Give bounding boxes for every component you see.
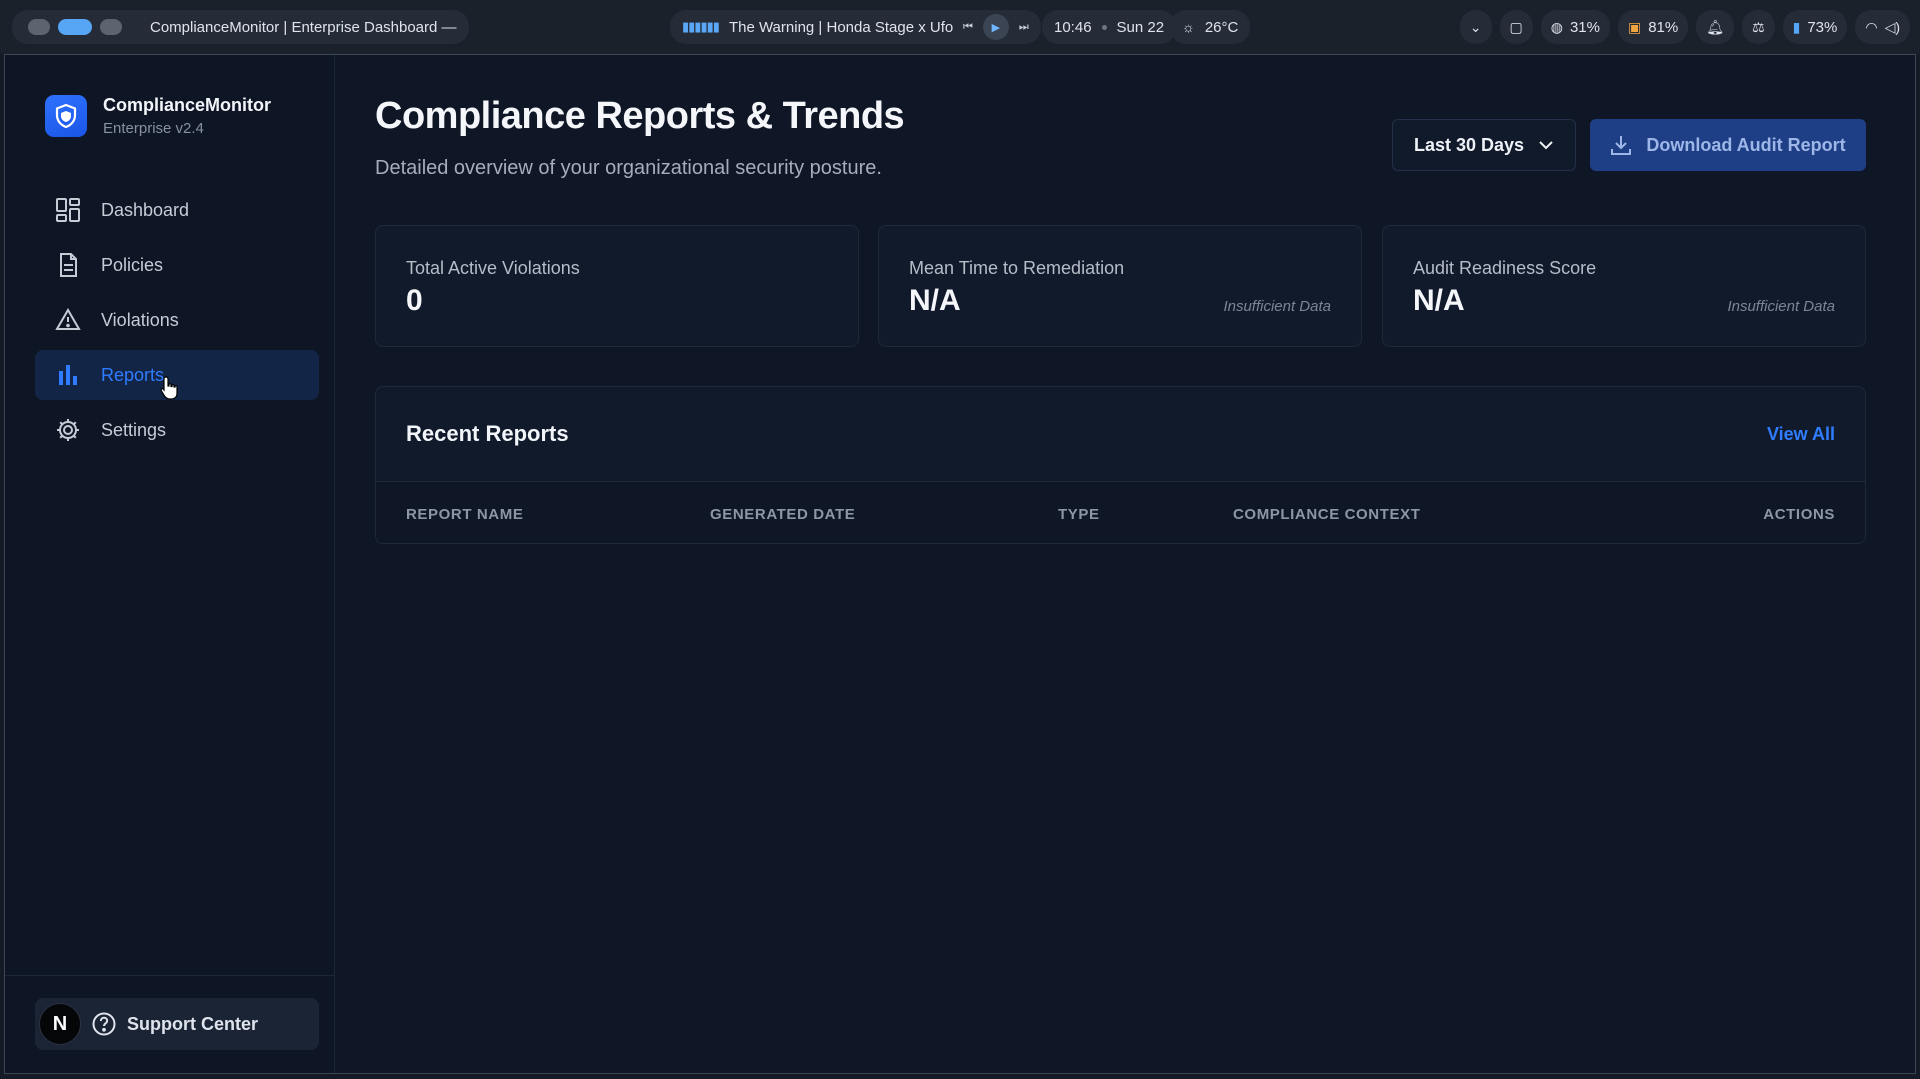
- sidebar-item-policies[interactable]: Policies: [35, 240, 319, 290]
- grid-icon: [56, 198, 80, 222]
- app-window: ComplianceMonitor Enterprise v2.4 Dashbo…: [4, 54, 1916, 1074]
- memory-indicator[interactable]: ▣ 81%: [1617, 10, 1689, 44]
- stat-value: N/A: [1413, 284, 1465, 317]
- recent-reports-title: Recent Reports: [406, 421, 569, 446]
- shield-logo-icon: [45, 95, 87, 137]
- tray-expand[interactable]: ⌄: [1459, 10, 1492, 44]
- stat-value: N/A: [909, 284, 961, 317]
- help-circle-icon: [92, 1012, 116, 1036]
- sidebar: ComplianceMonitor Enterprise v2.4 Dashbo…: [5, 55, 335, 1073]
- gear-icon: [57, 419, 79, 441]
- clock-date: Sun 22: [1116, 18, 1165, 36]
- battery-level: 73%: [1807, 18, 1838, 36]
- window-title-pill[interactable]: ComplianceMonitor | Enterprise Dashboard…: [12, 10, 469, 44]
- clock-pill[interactable]: 10:46 Sun 22: [1042, 10, 1177, 44]
- column-header-compliance-context[interactable]: COMPLIANCE CONTEXT: [1233, 506, 1420, 523]
- bar-chart-icon: [59, 365, 77, 385]
- column-header-generated-date[interactable]: GENERATED DATE: [710, 506, 855, 523]
- media-title: The Warning | Honda Stage x Ufor: [728, 18, 953, 36]
- page-subtitle: Detailed overview of your organizational…: [375, 157, 882, 179]
- main-content: Compliance Reports & Trends Detailed ove…: [335, 55, 1915, 1073]
- play-icon[interactable]: ▶: [982, 14, 1009, 40]
- stat-note: Insufficient Data: [1727, 298, 1835, 315]
- column-header-type[interactable]: TYPE: [1058, 506, 1100, 523]
- sun-icon: ☼: [1182, 19, 1195, 35]
- stat-card-violations: Total Active Violations 0: [375, 225, 859, 347]
- sidebar-item-dashboard[interactable]: Dashboard: [35, 185, 319, 235]
- audio-visualizer-icon: ▮▮▮▮▮▮: [682, 19, 720, 34]
- sidebar-item-label: Dashboard: [101, 199, 190, 220]
- stat-label: Total Active Violations: [406, 258, 580, 278]
- weather-pill[interactable]: ☼ 26°C: [1170, 10, 1251, 44]
- volume-icon: ◁): [1884, 18, 1900, 35]
- cpu-indicator[interactable]: ◍ 31%: [1540, 10, 1610, 44]
- date-range-dropdown[interactable]: Last 30 Days: [1392, 119, 1576, 171]
- workspace-2-active[interactable]: [58, 19, 92, 35]
- download-label: Download Audit Report: [1646, 134, 1846, 155]
- brand-name: ComplianceMonitor: [103, 95, 272, 115]
- battery-icon: ▮: [1792, 18, 1801, 35]
- stat-label: Mean Time to Remediation: [909, 258, 1125, 278]
- reports-table-header: REPORT NAME GENERATED DATE TYPE COMPLIAN…: [376, 481, 1865, 543]
- cpu-usage: 31%: [1569, 18, 1600, 36]
- system-topbar: ComplianceMonitor | Enterprise Dashboard…: [0, 0, 1920, 54]
- brand[interactable]: ComplianceMonitor Enterprise v2.4: [45, 95, 271, 137]
- clock-time: 10:46: [1054, 18, 1092, 36]
- support-center-button[interactable]: N Support Center: [35, 998, 319, 1050]
- avatar[interactable]: N: [39, 1003, 81, 1045]
- sidebar-footer: N Support Center: [5, 975, 335, 1050]
- column-header-actions[interactable]: ACTIONS: [1763, 506, 1835, 523]
- network-volume[interactable]: ◠ ◁): [1855, 10, 1910, 44]
- wifi-icon: ◠: [1865, 18, 1878, 35]
- stat-card-audit-readiness: Audit Readiness Score N/A Insufficient D…: [1382, 225, 1866, 347]
- weather-temp: 26°C: [1204, 18, 1239, 36]
- warning-icon: [55, 308, 81, 330]
- document-icon: [60, 253, 77, 277]
- sidebar-nav: Dashboard Policies Violations Reports Se…: [35, 185, 319, 460]
- page-title: Compliance Reports & Trends: [375, 95, 905, 137]
- brand-version: Enterprise v2.4: [103, 120, 204, 137]
- download-icon: [1611, 136, 1632, 155]
- next-track-icon[interactable]: ⏭: [1019, 21, 1029, 34]
- chevron-down-icon: ⌄: [1469, 18, 1482, 35]
- balance-button[interactable]: ⚖: [1742, 10, 1775, 44]
- stat-note: Insufficient Data: [1223, 298, 1331, 315]
- previous-track-icon[interactable]: ⏮: [963, 21, 973, 34]
- sidebar-item-label: Policies: [101, 254, 164, 275]
- bell-icon: 🔔︎: [1706, 18, 1725, 35]
- notifications-button[interactable]: 🔔︎: [1696, 10, 1735, 44]
- sidebar-item-label: Settings: [101, 419, 167, 440]
- date-range-label: Last 30 Days: [1413, 134, 1525, 155]
- stat-card-remediation: Mean Time to Remediation N/A Insufficien…: [878, 225, 1362, 347]
- clipboard-button[interactable]: ▢: [1499, 10, 1533, 44]
- sidebar-item-settings[interactable]: Settings: [35, 405, 319, 455]
- hand-cursor-icon: [160, 376, 178, 400]
- sidebar-item-label: Violations: [101, 309, 179, 330]
- support-center-label: Support Center: [127, 1013, 259, 1034]
- chevron-down-icon: [1539, 141, 1553, 150]
- media-player[interactable]: ▮▮▮▮▮▮ The Warning | Honda Stage x Ufor …: [670, 10, 1041, 44]
- clipboard-icon: ▢: [1509, 18, 1523, 35]
- stat-label: Audit Readiness Score: [1413, 258, 1597, 278]
- recent-reports-panel: Recent Reports View All REPORT NAME GENE…: [375, 386, 1866, 544]
- active-window-title: ComplianceMonitor | Enterprise Dashboard…: [150, 18, 457, 36]
- memory-usage: 81%: [1648, 18, 1679, 36]
- sidebar-item-violations[interactable]: Violations: [35, 295, 319, 345]
- column-header-report-name[interactable]: REPORT NAME: [406, 506, 523, 523]
- workspace-3[interactable]: [100, 19, 122, 35]
- stat-value: 0: [406, 284, 423, 317]
- workspace-1[interactable]: [28, 19, 50, 35]
- sidebar-item-label: Reports: [101, 364, 165, 385]
- workspace-indicator[interactable]: [18, 19, 132, 35]
- cpu-icon: ◍: [1550, 18, 1563, 35]
- memory-icon: ▣: [1627, 18, 1642, 35]
- scale-icon: ⚖: [1752, 18, 1765, 35]
- system-tray: ⌄ ▢ ◍ 31% ▣ 81% 🔔︎ ⚖ ▮ 73% ◠ ◁): [1459, 10, 1910, 44]
- view-all-link[interactable]: View All: [1767, 424, 1835, 445]
- download-audit-report-button[interactable]: Download Audit Report: [1590, 119, 1866, 171]
- separator-dot: [1101, 24, 1107, 30]
- battery-indicator[interactable]: ▮ 73%: [1782, 10, 1848, 44]
